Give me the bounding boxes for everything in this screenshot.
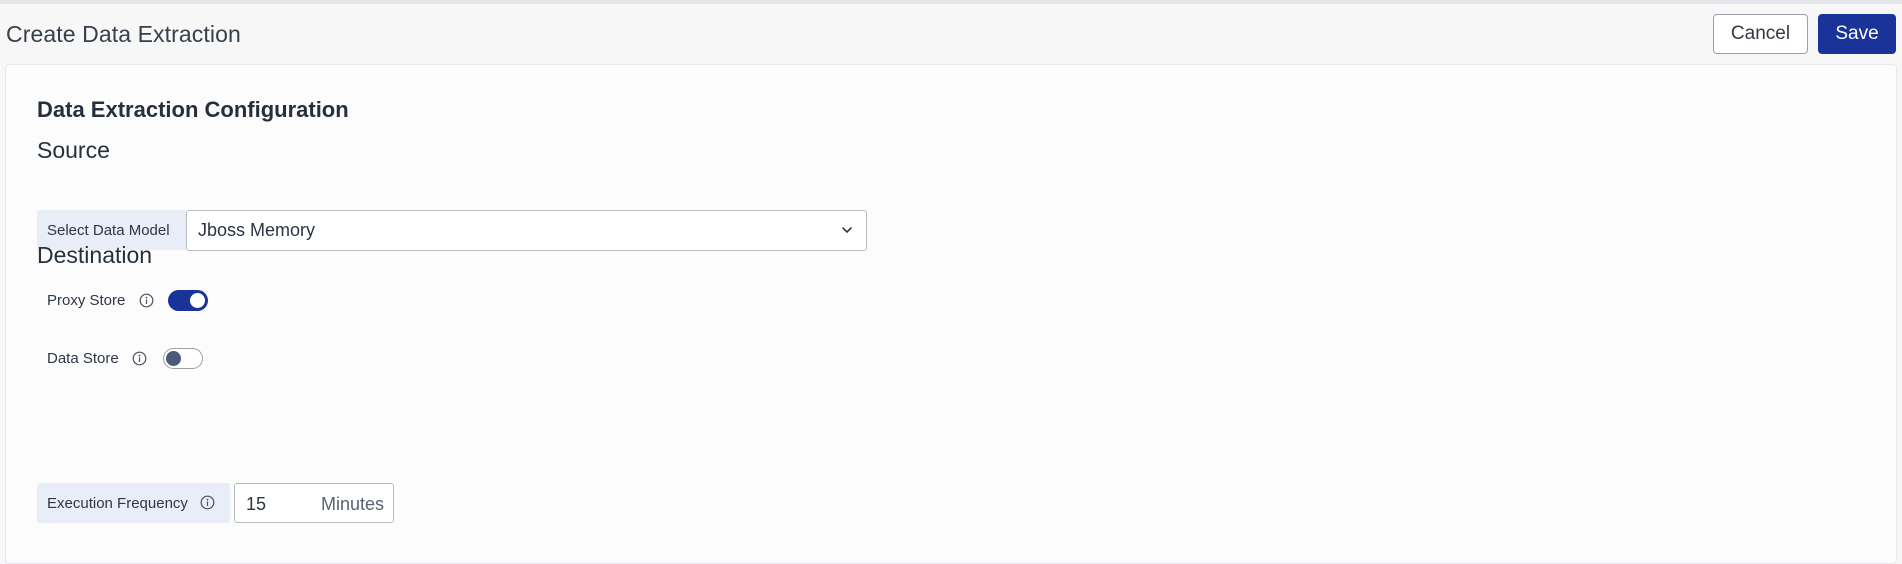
- configuration-card: Data Extraction Configuration Source Sel…: [5, 64, 1897, 564]
- page-title: Create Data Extraction: [6, 21, 241, 47]
- info-icon[interactable]: [200, 495, 215, 510]
- execution-frequency-input[interactable]: 15 Minutes: [234, 483, 394, 523]
- save-button[interactable]: Save: [1818, 14, 1896, 54]
- proxy-store-toggle[interactable]: [168, 290, 208, 311]
- data-model-select[interactable]: Jboss Memory: [186, 210, 867, 251]
- configuration-title: Data Extraction Configuration: [37, 97, 349, 122]
- data-store-label: Data Store: [47, 350, 119, 367]
- destination-heading: Destination: [37, 242, 153, 268]
- info-icon[interactable]: [139, 293, 154, 308]
- proxy-store-label: Proxy Store: [47, 292, 126, 309]
- info-icon[interactable]: [132, 351, 147, 366]
- toggle-knob: [190, 293, 205, 308]
- data-store-toggle[interactable]: [163, 348, 203, 369]
- toggle-knob: [166, 351, 181, 366]
- source-heading: Source: [37, 137, 110, 163]
- execution-frequency-unit: Minutes: [320, 494, 384, 514]
- cancel-button[interactable]: Cancel: [1713, 14, 1808, 54]
- execution-frequency-label: Execution Frequency: [47, 494, 188, 512]
- data-model-value: Jboss Memory: [198, 220, 316, 240]
- page-header: Create Data Extraction Cancel Save: [0, 4, 1902, 64]
- execution-frequency-value: 15: [246, 494, 267, 514]
- chevron-down-icon: [842, 227, 852, 233]
